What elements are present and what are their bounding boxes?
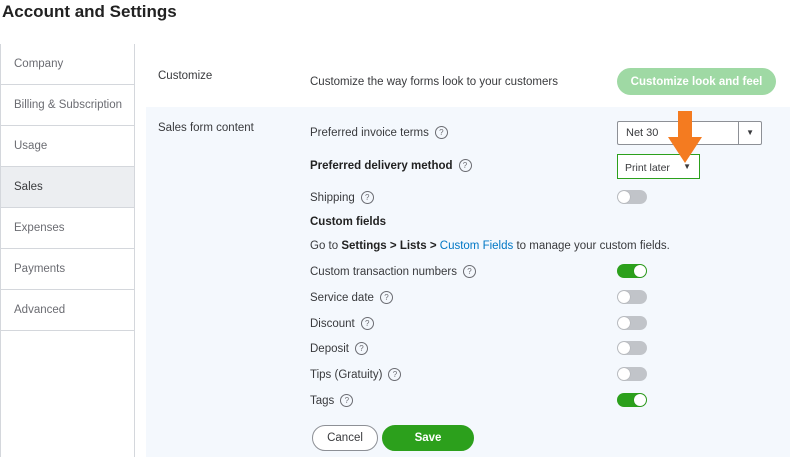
- cf-arrow: >: [386, 240, 400, 252]
- customize-look-and-feel-button[interactable]: Customize look and feel: [617, 68, 776, 95]
- help-circle-icon[interactable]: ?: [360, 191, 374, 204]
- service-date-label: Service date: [310, 292, 374, 304]
- help-circle-icon[interactable]: ?: [463, 265, 477, 278]
- cf-arrow: >: [426, 240, 440, 252]
- caret-down-icon[interactable]: ▼: [683, 162, 691, 171]
- customize-section-label: Customize: [158, 70, 213, 82]
- shipping-label: Shipping: [310, 192, 355, 204]
- cancel-button[interactable]: Cancel: [312, 425, 378, 451]
- sales-form-content-label: Sales form content: [158, 122, 254, 134]
- settings-sidebar: Company Billing & Subscription Usage Sal…: [0, 44, 135, 457]
- toggle-knob: [618, 317, 630, 329]
- preferred-delivery-method-row: Preferred delivery method?: [310, 159, 472, 172]
- cf-settings: Settings: [341, 240, 387, 252]
- orange-arrow-icon: [668, 111, 702, 163]
- toggle-knob: [618, 191, 630, 203]
- cf-prefix: Go to: [310, 240, 342, 252]
- toggle-knob: [618, 368, 630, 380]
- toggle-knob: [634, 265, 646, 277]
- sidebar-item-usage[interactable]: Usage: [1, 126, 134, 167]
- deposit-label: Deposit: [310, 343, 349, 355]
- preferred-delivery-method-label: Preferred delivery method: [310, 160, 453, 172]
- tags-row: Tags?: [310, 394, 354, 407]
- sidebar-item-company[interactable]: Company: [1, 44, 134, 85]
- toggle-knob: [634, 394, 646, 406]
- cf-suffix: to manage your custom fields.: [513, 240, 670, 252]
- select-divider: [738, 122, 739, 144]
- service-date-toggle[interactable]: [617, 290, 647, 304]
- page-title: Account and Settings: [2, 2, 177, 21]
- help-circle-icon[interactable]: ?: [340, 394, 354, 407]
- shipping-row: Shipping?: [310, 191, 374, 204]
- customize-description: Customize the way forms look to your cus…: [310, 76, 558, 88]
- preferred-delivery-method-value: Print later: [625, 162, 670, 174]
- toggle-knob: [618, 342, 630, 354]
- tags-label: Tags: [310, 395, 335, 407]
- toggle-knob: [618, 291, 630, 303]
- tips-toggle[interactable]: [617, 367, 647, 381]
- tips-row: Tips (Gratuity)?: [310, 368, 402, 381]
- tags-toggle[interactable]: [617, 393, 647, 407]
- deposit-row: Deposit?: [310, 342, 368, 355]
- help-circle-icon[interactable]: ?: [458, 159, 472, 172]
- deposit-toggle[interactable]: [617, 341, 647, 355]
- service-date-row: Service date?: [310, 291, 393, 304]
- custom-transaction-numbers-row: Custom transaction numbers?: [310, 265, 477, 278]
- discount-label: Discount: [310, 318, 355, 330]
- discount-toggle[interactable]: [617, 316, 647, 330]
- preferred-invoice-terms-label: Preferred invoice terms: [310, 127, 429, 139]
- preferred-invoice-terms-value: Net 30: [626, 127, 659, 139]
- sidebar-item-expenses[interactable]: Expenses: [1, 208, 134, 249]
- sidebar-item-billing[interactable]: Billing & Subscription: [1, 85, 134, 126]
- custom-fields-instructions: Go to Settings > Lists > Custom Fields t…: [310, 240, 670, 252]
- shipping-toggle[interactable]: [617, 190, 647, 204]
- sidebar-item-sales[interactable]: Sales: [1, 167, 134, 208]
- help-circle-icon[interactable]: ?: [360, 317, 374, 330]
- help-circle-icon[interactable]: ?: [434, 126, 448, 139]
- custom-fields-heading: Custom fields: [310, 216, 387, 228]
- help-circle-icon[interactable]: ?: [388, 368, 402, 381]
- help-circle-icon[interactable]: ?: [355, 342, 368, 355]
- sidebar-item-payments[interactable]: Payments: [1, 249, 134, 290]
- custom-fields-link[interactable]: Custom Fields: [440, 240, 514, 252]
- tips-label: Tips (Gratuity): [310, 369, 383, 381]
- custom-transaction-numbers-label: Custom transaction numbers: [310, 266, 458, 278]
- caret-down-icon[interactable]: ▼: [746, 128, 754, 137]
- sidebar-item-advanced[interactable]: Advanced: [1, 290, 134, 331]
- custom-transaction-numbers-toggle[interactable]: [617, 264, 647, 278]
- save-button[interactable]: Save: [382, 425, 474, 451]
- preferred-invoice-terms-row: Preferred invoice terms?: [310, 126, 448, 139]
- help-circle-icon[interactable]: ?: [379, 291, 393, 304]
- discount-row: Discount?: [310, 317, 374, 330]
- cf-lists: Lists: [399, 240, 427, 252]
